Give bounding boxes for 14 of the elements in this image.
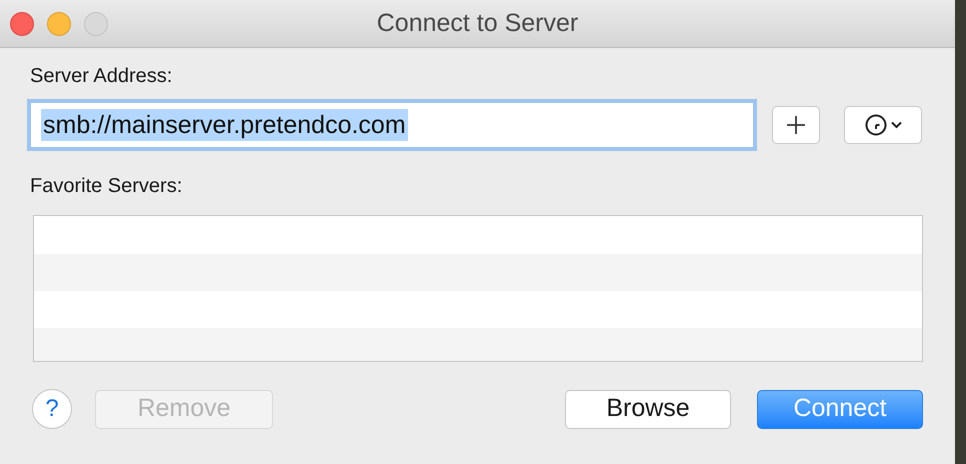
add-favorite-button[interactable]: [772, 106, 820, 144]
plus-icon: [786, 115, 806, 135]
minimize-button[interactable]: [47, 12, 71, 36]
push-button[interactable]: Connect: [757, 390, 923, 428]
field-label: Server Address:: [30, 65, 172, 87]
server-address-field[interactable]: smb://mainserver.pretendco.com: [27, 99, 757, 151]
close-button[interactable]: [10, 12, 34, 36]
help-button[interactable]: ?: [32, 389, 72, 429]
clock-icon: [864, 114, 886, 136]
push-button[interactable]: Browse: [565, 390, 731, 428]
list-label: Favorite Servers:: [30, 175, 182, 197]
recent-servers-button[interactable]: [844, 106, 922, 144]
chevron-down-icon: [890, 121, 902, 129]
window-title: Connect to Server: [376, 8, 578, 39]
